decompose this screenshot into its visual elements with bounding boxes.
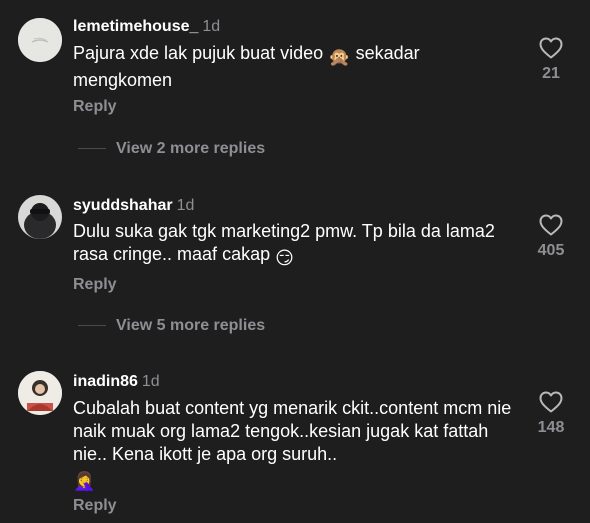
smirk-emoji: 😏 [275,248,294,268]
avatar[interactable] [18,18,62,62]
comment-header: lemetimehouse_ 1d [73,17,220,37]
timestamp: 1d [176,197,195,214]
like-button[interactable]: 405 [526,214,576,260]
divider-line [78,148,106,150]
reply-button[interactable]: Reply [73,276,117,294]
avatar[interactable] [18,195,62,239]
timestamp: 1d [141,373,160,390]
view-more-replies-button[interactable]: View 5 more replies [78,317,265,335]
facepalm-emoji: 🤦‍♀️ [73,471,96,491]
username[interactable]: inadin86 [73,373,138,390]
avatar-image [18,18,62,62]
like-button[interactable]: 148 [526,391,576,437]
view-more-replies-button[interactable]: View 2 more replies [78,140,265,158]
heart-outline-icon [539,214,563,236]
like-count: 405 [537,242,565,259]
avatar[interactable] [18,371,62,415]
avatar-image [18,195,62,239]
avatar-image [18,371,62,415]
comment-header: syuddshahar 1d [73,196,194,216]
username[interactable]: syuddshahar [73,197,173,214]
divider-line [78,325,106,327]
monkey-emoji: 🙊 [328,47,351,67]
comment-text: Pajura xde lak pujuk buat video 🙊 sekada… [73,43,420,90]
comment-header: inadin86 1d [73,372,160,392]
like-count: 148 [537,419,565,436]
heart-outline-icon [539,37,563,59]
username[interactable]: lemetimehouse_ [73,18,198,35]
timestamp: 1d [202,18,221,35]
reply-button[interactable]: Reply [73,98,117,116]
comment-text: Cubalah buat content yg menarik ckit..co… [73,398,512,491]
comment-text: Dulu suka gak tgk marketing2 pmw. Tp bil… [73,221,495,268]
like-button[interactable]: 21 [526,37,576,83]
reply-button[interactable]: Reply [73,497,117,515]
heart-outline-icon [539,391,563,413]
like-count: 21 [542,65,560,82]
